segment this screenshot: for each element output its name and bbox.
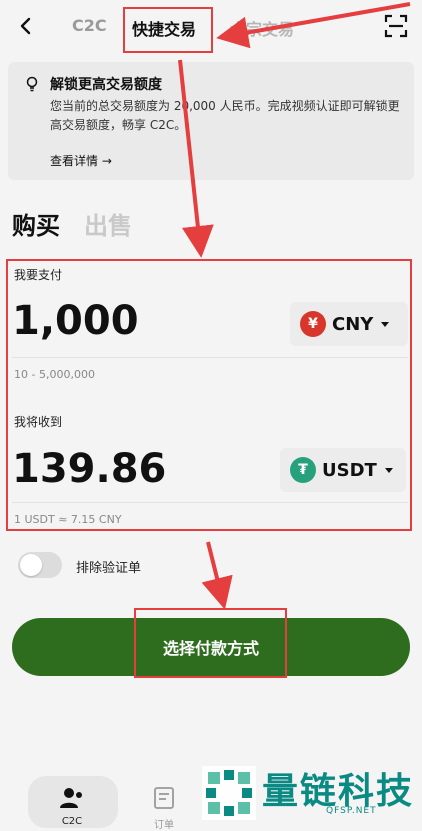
bottom-nav-c2c-label: C2C (61, 816, 83, 827)
bottom-nav-c2c[interactable]: C2C (32, 786, 112, 827)
watermark-logo-icon (202, 766, 256, 820)
watermark-subtext: QFSP.NET (326, 806, 377, 816)
order-icon (154, 787, 174, 809)
bottom-nav-orders[interactable]: 订单 (124, 786, 204, 831)
arrow-to-tab (216, 2, 411, 49)
arrow-to-form (178, 59, 214, 258)
arrow-to-cta (201, 541, 233, 610)
annotation-arrows (178, 2, 411, 610)
user-icon (60, 788, 82, 808)
